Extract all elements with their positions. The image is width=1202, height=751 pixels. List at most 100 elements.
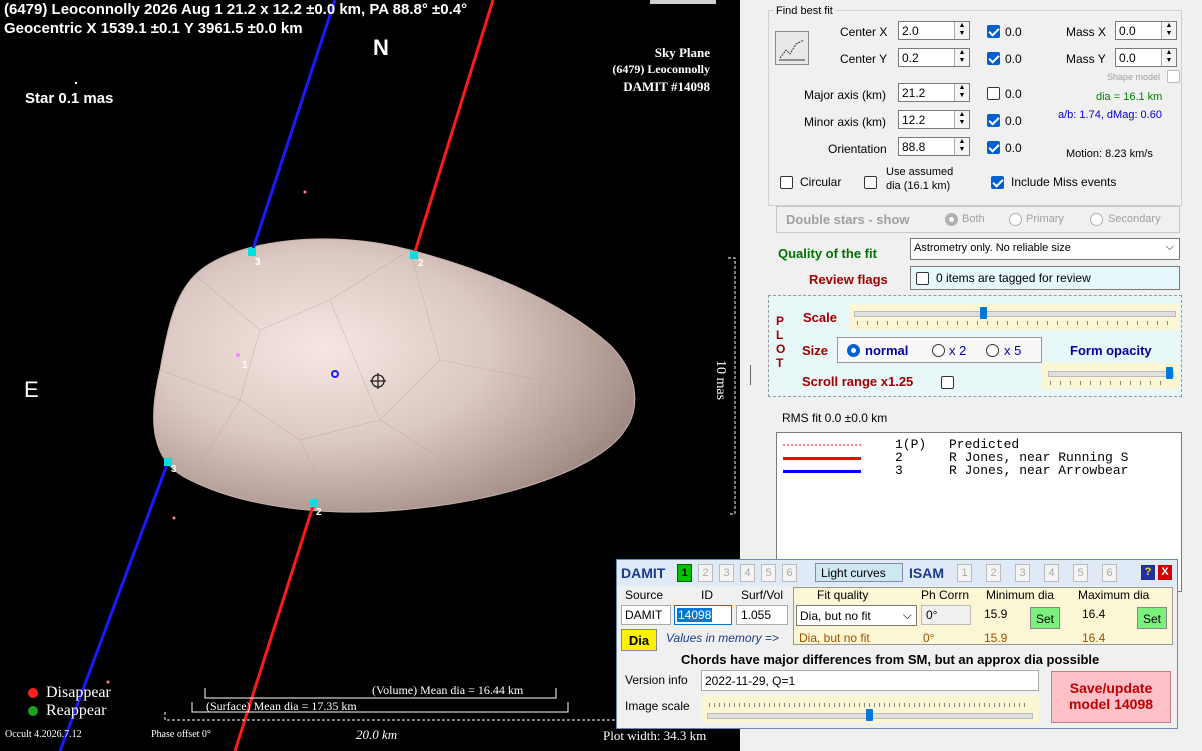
chord-blue-upper	[250, 0, 337, 253]
use-assumed-dia-checkbox[interactable]	[864, 176, 877, 189]
minor-axis-label: Minor axis (km)	[804, 115, 887, 129]
isam-model-4-button[interactable]: 4	[1044, 564, 1059, 582]
set-min-button[interactable]: Set	[1030, 607, 1060, 629]
damit-model-3-button[interactable]: 3	[719, 564, 734, 582]
major-axis-fixed-checkbox[interactable]	[987, 87, 1000, 100]
version-info-field[interactable]: 2022-11-29, Q=1	[701, 670, 1039, 691]
mem-min-dia: 15.9	[984, 631, 1008, 645]
set-max-button[interactable]: Set	[1137, 607, 1167, 629]
mas-scale-label: 10 mas	[713, 360, 728, 401]
minor-axis-fixed-checkbox[interactable]	[987, 114, 1000, 127]
fit-quality-select[interactable]: Dia, but no fit ⌵	[796, 605, 917, 626]
form-opacity-slider[interactable]	[1042, 363, 1180, 389]
max-dia-value: 16.4	[1082, 607, 1106, 621]
chord-end-marker	[410, 251, 418, 259]
quality-select[interactable]: Astrometry only. No reliable size ⌵	[910, 238, 1180, 260]
circular-checkbox[interactable]	[780, 176, 793, 189]
damit-model-4-button[interactable]: 4	[740, 564, 755, 582]
scroll-range-checkbox[interactable]	[941, 376, 954, 389]
scale-slider-thumb[interactable]	[979, 307, 987, 319]
double-both-radio[interactable]	[945, 213, 958, 226]
isam-model-3-button[interactable]: 3	[1015, 564, 1030, 582]
isam-model-2-button[interactable]: 2	[986, 564, 1001, 582]
mass-x-input[interactable]: 0.0 ▲ ▼	[1115, 21, 1177, 40]
minor-axis-err: 0.0	[1005, 114, 1022, 128]
include-miss-label: Include Miss events	[1011, 175, 1117, 189]
double-secondary-radio[interactable]	[1090, 213, 1103, 226]
mass-y-input[interactable]: 0.0 ▲ ▼	[1115, 48, 1177, 67]
size-x2-radio[interactable]	[932, 344, 945, 357]
damit-model-5-button[interactable]: 5	[761, 564, 776, 582]
mem-phcorr: 0°	[923, 631, 935, 645]
orientation-err: 0.0	[1005, 141, 1022, 155]
size-x5-radio[interactable]	[986, 344, 999, 357]
list-item[interactable]: 3 R Jones, near Arrowbear	[777, 463, 1181, 478]
center-x-fixed-checkbox[interactable]	[987, 25, 1000, 38]
center-y-fixed-checkbox[interactable]	[987, 52, 1000, 65]
damit-model-1-button[interactable]: 1	[677, 564, 692, 582]
shape-model-checkbox[interactable]	[1167, 70, 1180, 83]
disappear-dot	[28, 688, 38, 698]
isam-title: ISAM	[909, 565, 944, 581]
scale-slider[interactable]	[850, 304, 1180, 330]
chord-end-marker	[248, 248, 256, 256]
observer-line-swatch	[783, 444, 861, 446]
damit-panel: DAMIT 123456 Light curves ISAM 123456 ? …	[616, 559, 1178, 729]
spin-arrows-icon: ▲ ▼	[954, 84, 969, 101]
save-update-button[interactable]: Save/update model 14098	[1051, 671, 1171, 723]
spin-arrows-icon: ▲ ▼	[954, 49, 969, 66]
chord-label: 2	[418, 258, 424, 269]
double-primary-radio[interactable]	[1009, 213, 1022, 226]
sky-plane-title: Sky Plane	[654, 45, 710, 60]
damit-model-6-button[interactable]: 6	[782, 564, 797, 582]
close-icon[interactable]: X	[1158, 565, 1172, 580]
review-flags-box[interactable]: 0 items are tagged for review	[910, 266, 1180, 290]
damit-model-2-button[interactable]: 2	[698, 564, 713, 582]
surfvol-header: Surf/Vol	[741, 588, 784, 602]
min-dia-value: 15.9	[984, 607, 1008, 621]
double-stars-title: Double stars - show	[786, 212, 910, 227]
isam-model-6-button[interactable]: 6	[1102, 564, 1117, 582]
phase-offset: Phase offset 0°	[151, 729, 211, 740]
dia-button[interactable]: Dia	[621, 629, 657, 651]
source-field[interactable]: DAMIT	[621, 605, 671, 625]
size-normal-label: normal	[865, 343, 909, 358]
mem-fit-quality: Dia, but no fit	[799, 631, 870, 645]
observer-name: R Jones, near Arrowbear	[949, 463, 1129, 478]
splitter-grip[interactable]	[750, 365, 751, 385]
opacity-slider-thumb[interactable]	[1166, 367, 1173, 379]
chord-end-marker	[310, 499, 318, 507]
surfvol-field[interactable]: 1.055	[736, 605, 788, 625]
orientation-input[interactable]: 88.8 ▲ ▼	[898, 137, 970, 156]
orientation-fixed-checkbox[interactable]	[987, 141, 1000, 154]
spin-arrows-icon: ▲ ▼	[954, 22, 969, 39]
isam-model-1-button[interactable]: 1	[957, 564, 972, 582]
image-scale-label: Image scale	[625, 699, 690, 713]
major-axis-input[interactable]: 21.2 ▲ ▼	[898, 83, 970, 102]
use-assumed-label-2: dia (16.1 km)	[886, 180, 951, 192]
review-flags-checkbox[interactable]	[916, 272, 929, 285]
image-scale-thumb[interactable]	[866, 709, 873, 721]
center-y-input[interactable]: 0.2 ▲ ▼	[898, 48, 970, 67]
size-x2-label: x 2	[949, 343, 967, 358]
fit-plot-button[interactable]	[775, 31, 809, 65]
size-normal-radio[interactable]	[847, 344, 860, 357]
double-secondary-label: Secondary	[1108, 213, 1161, 225]
rms-fit-text: RMS fit 0.0 ±0.0 km	[782, 411, 888, 425]
center-y-err: 0.0	[1005, 52, 1022, 66]
include-miss-checkbox[interactable]	[991, 176, 1004, 189]
isam-model-5-button[interactable]: 5	[1073, 564, 1088, 582]
light-curves-button[interactable]: Light curves	[815, 563, 903, 582]
phcorr-field[interactable]: 0°	[921, 605, 971, 625]
model-id-field[interactable]: 14098	[674, 605, 732, 625]
minor-axis-input[interactable]: 12.2 ▲ ▼	[898, 110, 970, 129]
plot-width: Plot width: 34.3 km	[603, 728, 707, 743]
image-scale-slider[interactable]	[701, 695, 1039, 723]
center-x-label: Center X	[840, 25, 888, 39]
predicted-point	[303, 190, 307, 194]
spin-arrows-icon: ▲ ▼	[1161, 49, 1176, 66]
center-x-input[interactable]: 2.0 ▲ ▼	[898, 21, 970, 40]
help-icon[interactable]: ?	[1141, 565, 1155, 580]
chord-label: 2	[316, 507, 322, 518]
use-assumed-label-1: Use assumed	[886, 166, 954, 178]
